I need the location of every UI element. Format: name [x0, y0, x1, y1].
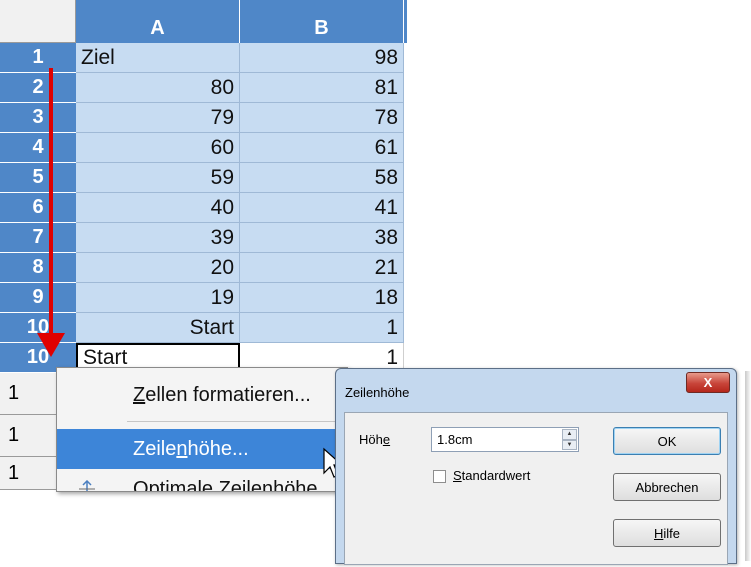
cell-b2[interactable]: 81 — [240, 73, 404, 103]
default-value-label[interactable]: Standardwert — [453, 468, 530, 483]
cell-b8[interactable]: 21 — [240, 253, 404, 283]
row-header[interactable]: 2 — [0, 73, 76, 103]
row-header[interactable]: 4 — [0, 133, 76, 163]
row-header[interactable]: 9 — [0, 283, 76, 313]
context-menu: Zellen formatieren... Zeile n höhe... Opti… — [56, 367, 348, 492]
dialog-close-button[interactable]: X — [686, 372, 730, 393]
label-part: tandardwert — [461, 468, 531, 483]
menu-item-row-height[interactable]: Zeile n höhe... — [57, 429, 347, 469]
column-header-c-edge[interactable] — [404, 0, 408, 43]
row-header[interactable]: 1 — [0, 43, 76, 73]
ok-button[interactable]: OK — [613, 427, 721, 455]
spin-up-icon[interactable]: ▲ — [562, 429, 577, 440]
red-arrow-head-icon — [37, 333, 65, 357]
menu-separator — [127, 421, 341, 422]
row-header[interactable]: 3 — [0, 103, 76, 133]
row-header[interactable]: 6 — [0, 193, 76, 223]
cell-a10[interactable]: Start — [76, 313, 240, 343]
label-part: Höh — [359, 432, 383, 447]
menu-label-part: ptimale Zeilenhöhe... — [148, 477, 335, 492]
row-header[interactable]: 8 — [0, 253, 76, 283]
cell-b3[interactable]: 78 — [240, 103, 404, 133]
label-accel: S — [453, 468, 462, 483]
column-header-a[interactable]: A — [76, 0, 240, 43]
cell-a4[interactable]: 60 — [76, 133, 240, 163]
dialog-shadow — [745, 371, 751, 561]
cell-a9[interactable]: 19 — [76, 283, 240, 313]
cell-a2[interactable]: 80 — [76, 73, 240, 103]
menu-label-accel: O — [133, 477, 149, 492]
row-header[interactable]: 7 — [0, 223, 76, 253]
cell-a6[interactable]: 40 — [76, 193, 240, 223]
cell-b10[interactable]: 1 — [240, 313, 404, 343]
cell-a7[interactable]: 39 — [76, 223, 240, 253]
menu-label-part: Zeile — [133, 437, 177, 460]
cell-b1[interactable]: 98 — [240, 43, 404, 73]
row-header[interactable]: 5 — [0, 163, 76, 193]
menu-label-accel: n — [176, 437, 188, 460]
height-spinbox[interactable]: 1.8cm ▲ ▼ — [431, 427, 579, 452]
menu-label-accel: Z — [133, 383, 146, 406]
cell-a5[interactable]: 59 — [76, 163, 240, 193]
menu-label-part: ellen formatieren... — [145, 383, 311, 406]
row-height-dialog: Zeilenhöhe X Höhe 1.8cm ▲ ▼ Standardwert… — [335, 368, 737, 565]
optimal-row-height-icon — [79, 480, 95, 491]
cell-b7[interactable]: 38 — [240, 223, 404, 253]
cell-b5[interactable]: 58 — [240, 163, 404, 193]
cell-b9[interactable]: 18 — [240, 283, 404, 313]
label-accel: H — [653, 525, 664, 541]
select-all-corner[interactable] — [0, 0, 76, 43]
height-value: 1.8cm — [437, 432, 473, 447]
height-label: Höhe — [359, 432, 390, 447]
column-header-b[interactable]: B — [240, 0, 404, 43]
default-value-checkbox[interactable] — [433, 470, 446, 483]
dialog-body: Höhe 1.8cm ▲ ▼ Standardwert OK Abbrechen… — [344, 412, 728, 565]
label-accel: e — [382, 432, 391, 447]
red-arrow-shaft — [49, 68, 53, 338]
label-part: ilfe — [663, 525, 680, 541]
cell-b6[interactable]: 41 — [240, 193, 404, 223]
cell-b4[interactable]: 61 — [240, 133, 404, 163]
menu-label-part: höhe... — [187, 437, 249, 460]
help-button[interactable]: Hilfe — [613, 519, 721, 547]
cell-a3[interactable]: 79 — [76, 103, 240, 133]
cancel-button[interactable]: Abbrechen — [613, 473, 721, 501]
cell-a8[interactable]: 20 — [76, 253, 240, 283]
spin-buttons: ▲ ▼ — [562, 429, 577, 450]
menu-item-format-cells[interactable]: Zellen formatieren... — [57, 375, 347, 415]
cell-a1[interactable]: Ziel — [76, 43, 240, 73]
menu-item-optimal-row-height[interactable]: Optimale Zeilenhöhe... — [57, 469, 347, 492]
spin-down-icon[interactable]: ▼ — [562, 439, 577, 450]
dialog-title: Zeilenhöhe — [345, 385, 410, 400]
